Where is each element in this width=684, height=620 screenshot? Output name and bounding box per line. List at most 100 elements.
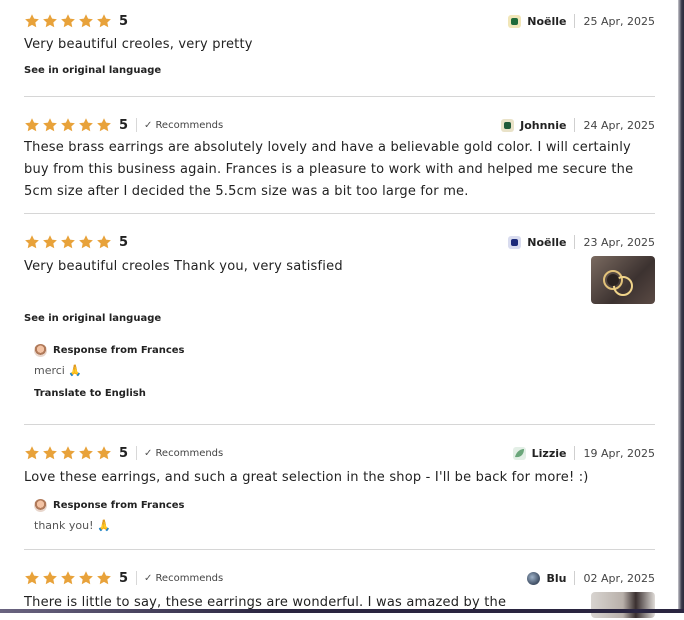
review-header: 5 ✓ Recommends Johnnie 24 Apr, 2025	[24, 115, 655, 135]
star-icon	[61, 118, 75, 132]
review-meta: Blu 02 Apr, 2025	[527, 568, 655, 588]
response-header: Response from Frances	[34, 344, 185, 357]
checkmark-icon: ✓	[144, 447, 153, 459]
star-icon	[61, 235, 75, 249]
see-original-language-link[interactable]: See in original language	[24, 313, 161, 324]
reviewer-avatar[interactable]	[527, 571, 541, 585]
review-text: Love these earrings, and such a great se…	[24, 470, 589, 485]
star-rating: 5 ✓ Recommends	[24, 568, 223, 588]
review-text: These brass earrings are absolutely love…	[24, 140, 634, 199]
star-icon	[25, 446, 39, 460]
star-icon	[25, 571, 39, 585]
divider	[574, 235, 576, 249]
response-text: thank you! 🙏	[34, 519, 111, 532]
star-icon	[43, 571, 57, 585]
review-header: 5 ✓ Recommends Blu 02 Apr, 2025	[24, 568, 655, 588]
reviewer-name[interactable]: Noëlle	[527, 236, 566, 249]
window-edge-bottom	[0, 609, 684, 613]
reviews-list: 5 Noëlle 25 Apr, 2025 Very beautiful cre…	[24, 0, 655, 620]
star-icon	[61, 446, 75, 460]
star-icon	[43, 446, 57, 460]
star-icon	[61, 571, 75, 585]
translate-to-english-link[interactable]: Translate to English	[34, 388, 185, 399]
star-icon	[79, 118, 93, 132]
review-item: 5 ✓ Recommends Lizzie 19 Apr, 2025 Love t…	[24, 425, 655, 550]
star-icon	[79, 235, 93, 249]
star-icon	[25, 118, 39, 132]
star-icon	[97, 235, 111, 249]
star-icon	[61, 14, 75, 28]
reviewer-avatar[interactable]	[508, 235, 522, 249]
review-date: 24 Apr, 2025	[583, 118, 655, 132]
response-header: Response from Frances	[34, 499, 185, 512]
reviewer-name[interactable]: Noëlle	[527, 15, 566, 28]
review-photo-thumbnail[interactable]	[591, 592, 655, 618]
review-meta: Johnnie 24 Apr, 2025	[501, 115, 655, 135]
checkmark-icon: ✓	[144, 119, 153, 131]
star-rating: 5 ✓ Recommends	[24, 115, 223, 135]
rating-value: 5	[119, 13, 129, 29]
star-icon	[43, 14, 57, 28]
review-meta: Noëlle 25 Apr, 2025	[508, 11, 655, 31]
response-title: Response from Frances	[53, 345, 185, 356]
rating-value: 5	[119, 445, 129, 461]
recommends-badge: ✓ Recommends	[136, 571, 223, 585]
review-item: 5 Noëlle 23 Apr, 2025 Very beautiful cre…	[24, 214, 655, 425]
review-header: 5 Noëlle 23 Apr, 2025	[24, 232, 655, 252]
star-rating: 5	[24, 232, 128, 252]
review-date: 25 Apr, 2025	[583, 14, 655, 28]
reviewer-avatar[interactable]	[512, 446, 526, 460]
window-edge	[678, 0, 684, 613]
review-photo-thumbnail[interactable]	[591, 256, 655, 304]
review-header: 5 ✓ Recommends Lizzie 19 Apr, 2025	[24, 443, 655, 463]
reviewer-name[interactable]: Lizzie	[532, 447, 567, 460]
reviewer-avatar[interactable]	[508, 14, 522, 28]
divider	[574, 14, 576, 28]
reviewer-name[interactable]: Blu	[546, 572, 566, 585]
star-icon	[43, 118, 57, 132]
star-icon	[97, 446, 111, 460]
recommends-badge: ✓ Recommends	[136, 446, 223, 460]
star-rating: 5 ✓ Recommends	[24, 443, 223, 463]
recommends-label: Recommends	[155, 119, 224, 131]
seller-avatar	[34, 499, 47, 512]
review-item: 5 ✓ Recommends Johnnie 24 Apr, 2025 These…	[24, 97, 655, 214]
review-date: 23 Apr, 2025	[583, 235, 655, 249]
star-icon	[79, 446, 93, 460]
recommends-label: Recommends	[155, 447, 224, 459]
divider	[574, 446, 576, 460]
reviewer-name[interactable]: Johnnie	[520, 119, 566, 132]
star-icon	[43, 235, 57, 249]
rating-value: 5	[119, 570, 129, 586]
recommends-badge: ✓ Recommends	[136, 118, 223, 132]
reviewer-avatar[interactable]	[501, 118, 515, 132]
divider	[574, 118, 576, 132]
review-meta: Lizzie 19 Apr, 2025	[512, 443, 655, 463]
seller-avatar	[34, 344, 47, 357]
rating-value: 5	[119, 234, 129, 250]
star-icon	[97, 571, 111, 585]
review-text: Very beautiful creoles, very pretty	[24, 37, 253, 52]
star-icon	[79, 14, 93, 28]
rating-value: 5	[119, 117, 129, 133]
review-date: 19 Apr, 2025	[583, 446, 655, 460]
review-text: Very beautiful creoles Thank you, very s…	[24, 259, 343, 274]
star-rating: 5	[24, 11, 128, 31]
star-icon	[79, 571, 93, 585]
seller-response: Response from Frances thank you! 🙏	[24, 499, 185, 532]
star-icon	[25, 235, 39, 249]
star-icon	[97, 118, 111, 132]
recommends-label: Recommends	[155, 572, 224, 584]
review-date: 02 Apr, 2025	[583, 571, 655, 585]
review-item: 5 Noëlle 25 Apr, 2025 Very beautiful cre…	[24, 0, 655, 97]
review-header: 5 Noëlle 25 Apr, 2025	[24, 11, 655, 31]
response-title: Response from Frances	[53, 500, 185, 511]
review-meta: Noëlle 23 Apr, 2025	[508, 232, 655, 252]
star-icon	[97, 14, 111, 28]
see-original-language-link[interactable]: See in original language	[24, 65, 161, 76]
divider	[574, 571, 576, 585]
leaf-icon	[514, 448, 524, 457]
earrings-photo-icon	[603, 270, 633, 296]
seller-response: Response from Frances merci 🙏 Translate …	[24, 344, 185, 399]
star-icon	[25, 14, 39, 28]
